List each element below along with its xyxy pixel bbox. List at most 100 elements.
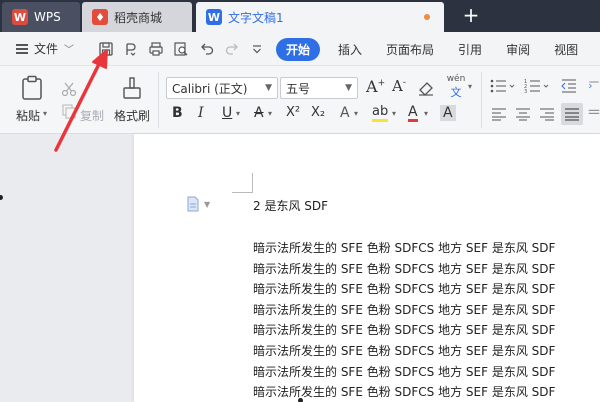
tab-document[interactable]: W 文字文稿1 [196, 2, 444, 32]
home-ribbon: 粘贴 ▾ 复制 格式刷 Calibri (正文) ▼ 五号 ▼ A+ A- wé… [0, 66, 600, 134]
tab-daoke-store[interactable]: ♦ 稻壳商城 [82, 2, 192, 32]
chevron-down-icon[interactable]: ▾ [468, 82, 472, 91]
strikethrough-button[interactable]: A [254, 105, 264, 121]
document-line: 暗示法所发生的 SFE 色粉 SDFCS 地方 SEF 是东风 SDF [253, 241, 556, 255]
tab-insert[interactable]: 插入 [338, 38, 362, 61]
print-preview-icon [174, 42, 188, 56]
numbered-list-button[interactable]: 123 [522, 76, 552, 96]
cut-button[interactable] [60, 80, 78, 98]
scissors-icon [61, 82, 77, 97]
bold-button[interactable]: B [172, 105, 183, 121]
margin-corner-mark [232, 192, 252, 193]
menu-bar: 文件 ﹀ 开始 插入 页面布局 引用 审阅 视图 [0, 32, 600, 66]
customize-quick-access-button[interactable] [247, 40, 267, 58]
chevron-down-icon: ▼ [265, 83, 272, 93]
clipboard-icon [22, 75, 42, 100]
file-menu-label: 文件 [34, 42, 59, 56]
grow-font-button[interactable]: A+ [366, 77, 385, 96]
chevron-down-icon: ﹀ [64, 45, 75, 56]
copy-label: 复制 [80, 109, 105, 123]
align-distributed-icon [588, 109, 600, 114]
format-painter-button[interactable] [119, 74, 145, 102]
ribbon-divider [158, 72, 159, 128]
chevron-down-icon [253, 45, 261, 54]
chevron-down-icon[interactable]: ▾ [392, 109, 396, 118]
phonetic-char-icon: 文 [450, 86, 462, 99]
superscript-button[interactable]: X² [286, 105, 300, 120]
unsaved-dot-icon [424, 14, 430, 20]
paintbrush-icon [123, 77, 141, 99]
decrease-indent-button[interactable] [558, 76, 580, 96]
hamburger-icon [16, 43, 28, 54]
document-line: 暗示法所发生的 SFE 色粉 SDFCS 地方 SEF 是东风 SDF [253, 302, 556, 317]
shrink-font-button[interactable]: A- [392, 77, 406, 95]
save-button[interactable] [96, 40, 116, 58]
italic-button[interactable]: I [198, 105, 204, 121]
align-left-icon [492, 108, 506, 121]
document-body[interactable]: 暗示法所发生的 SFE 色粉 SDFCS 地方 SEF 是东风 SDF 暗示法所… [253, 238, 555, 402]
align-right-icon [540, 108, 554, 121]
document-page-icon [187, 196, 199, 212]
chevron-down-icon[interactable]: ▾ [354, 109, 358, 118]
copy-icon [62, 104, 76, 119]
margin-corner-mark [252, 173, 253, 193]
align-center-icon [516, 108, 530, 121]
document-line: 暗示法所发生的 SFE 色粉 SDFCS 地方 SEF 是东风 SDF [253, 364, 556, 379]
undo-button[interactable] [197, 40, 217, 58]
highlight-button[interactable]: ab [372, 105, 389, 122]
tab-view[interactable]: 视图 [554, 38, 578, 61]
tab-label: 稻壳商城 [114, 10, 163, 25]
font-name-select[interactable]: Calibri (正文) ▼ [166, 77, 278, 99]
outdent-icon [561, 79, 576, 93]
chevron-down-icon[interactable]: ▾ [236, 109, 240, 118]
char-shading-button[interactable]: A [440, 105, 456, 121]
document-heading[interactable]: 2 是东风 SDF [253, 197, 328, 214]
justify-button[interactable] [561, 103, 583, 125]
increase-indent-button[interactable] [588, 76, 600, 96]
chevron-down-icon[interactable]: ▾ [424, 109, 428, 118]
daoke-flame-icon: ♦ [92, 9, 108, 25]
font-color-button[interactable]: A [408, 105, 418, 122]
subscript-button[interactable]: X₂ [311, 105, 325, 120]
document-line: 暗示法所发生的 SFE 色粉 SDFCS 地方 SEF 是东风 SDF [253, 343, 556, 358]
tab-home[interactable]: 开始 [276, 38, 321, 61]
printer-icon [149, 42, 163, 56]
copy-button[interactable] [60, 102, 78, 120]
paste-dropdown-icon[interactable]: ▾ [43, 109, 47, 118]
file-menu[interactable]: 文件 ﹀ [16, 40, 74, 57]
undo-icon [201, 43, 214, 55]
document-line: 暗示法所发生的 SFE 色粉 SDFCS 地方 SEF 是东风 SDF [253, 323, 556, 338]
eraser-icon [419, 82, 433, 96]
tab-references[interactable]: 引用 [458, 38, 482, 61]
new-tab-button[interactable]: + [458, 4, 484, 28]
paste-button[interactable] [18, 74, 46, 102]
tab-review[interactable]: 审阅 [506, 38, 530, 61]
phonetic-guide-button[interactable]: wén 文 [444, 74, 468, 100]
paragraph-handle[interactable]: ▼ [186, 196, 210, 212]
writer-doc-icon: W [206, 9, 222, 25]
format-painter-label: 格式刷 [114, 109, 151, 123]
bullet-list-button[interactable] [488, 76, 518, 96]
ribbon-tabs: 开始 插入 页面布局 引用 审阅 视图 [276, 38, 600, 61]
chevron-down-icon: ▼ [204, 199, 211, 209]
print-preview-button[interactable] [171, 40, 191, 58]
distributed-align-button[interactable] [588, 104, 600, 124]
font-name-value: Calibri (正文) [172, 81, 248, 96]
redo-button[interactable] [222, 40, 242, 58]
underline-button[interactable]: U [222, 105, 232, 121]
font-size-select[interactable]: 五号 ▼ [280, 77, 358, 99]
print-button[interactable] [146, 40, 166, 58]
align-center-button[interactable] [512, 104, 534, 124]
output-pdf-button[interactable] [120, 40, 140, 58]
tab-page-layout[interactable]: 页面布局 [386, 38, 434, 61]
clear-format-button[interactable] [416, 78, 436, 98]
chevron-down-icon[interactable]: ▾ [268, 109, 272, 118]
align-left-button[interactable] [488, 104, 510, 124]
tab-label: WPS [34, 10, 61, 24]
resize-handle[interactable] [298, 398, 303, 402]
align-right-button[interactable] [536, 104, 558, 124]
indent-icon [589, 81, 599, 89]
pdf-export-icon [126, 43, 136, 56]
tab-wps[interactable]: W WPS [2, 2, 80, 32]
text-effect-button[interactable]: A [340, 105, 350, 121]
